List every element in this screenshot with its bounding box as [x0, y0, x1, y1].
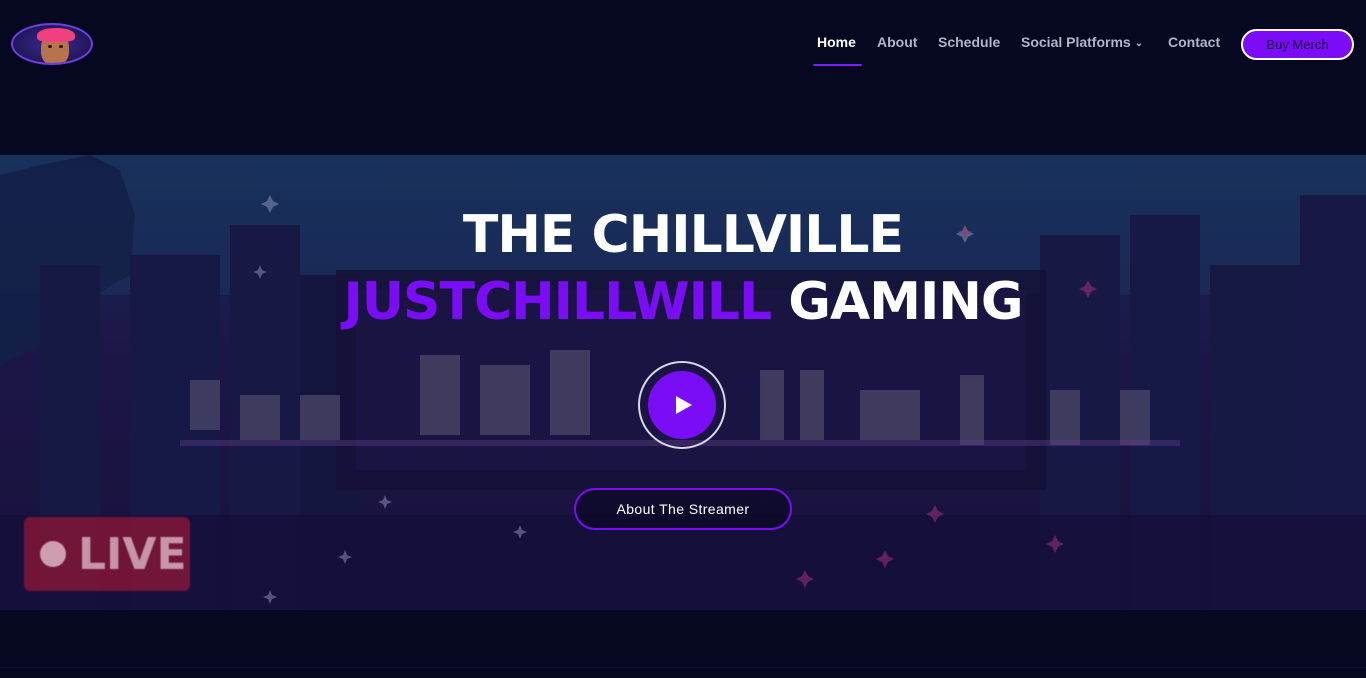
- main-nav: Home About Schedule Social Platforms ⌄ Co…: [0, 34, 1366, 54]
- about-the-streamer-button[interactable]: About The Streamer: [574, 488, 792, 530]
- play-video-button[interactable]: [638, 361, 726, 449]
- nav-item-contact[interactable]: Contact: [1168, 34, 1220, 50]
- nav-item-about[interactable]: About: [877, 34, 917, 50]
- play-icon: [676, 396, 692, 414]
- live-badge: LIVE: [24, 517, 190, 591]
- site-header: Home About Schedule Social Platforms ⌄ Co…: [0, 0, 1366, 88]
- live-dot-icon: [40, 541, 66, 567]
- nav-item-social-platforms[interactable]: Social Platforms ⌄: [1021, 34, 1143, 50]
- nav-item-schedule[interactable]: Schedule: [938, 34, 1000, 50]
- live-badge-text: LIVE: [78, 528, 187, 580]
- hero-title-accent: JUSTCHILLWILL: [343, 272, 772, 332]
- active-nav-indicator: [813, 64, 862, 66]
- play-button-core: [648, 371, 716, 439]
- hero-title-line-1: THE CHILLVILLE: [462, 205, 904, 265]
- nav-item-home[interactable]: Home: [817, 34, 856, 50]
- hero-title-rest: GAMING: [788, 272, 1023, 332]
- divider-line: [0, 667, 1366, 668]
- hero-banner: LIVE THE CHILLVILLE JUSTCHILLWILL GAMING…: [0, 155, 1366, 610]
- chevron-down-icon: ⌄: [1134, 38, 1144, 49]
- buy-merch-button[interactable]: Buy Merch: [1241, 29, 1354, 60]
- section-divider: [0, 610, 1366, 678]
- nav-item-label: Social Platforms: [1021, 34, 1131, 50]
- hero-title-line-2: JUSTCHILLWILL GAMING: [0, 272, 1366, 332]
